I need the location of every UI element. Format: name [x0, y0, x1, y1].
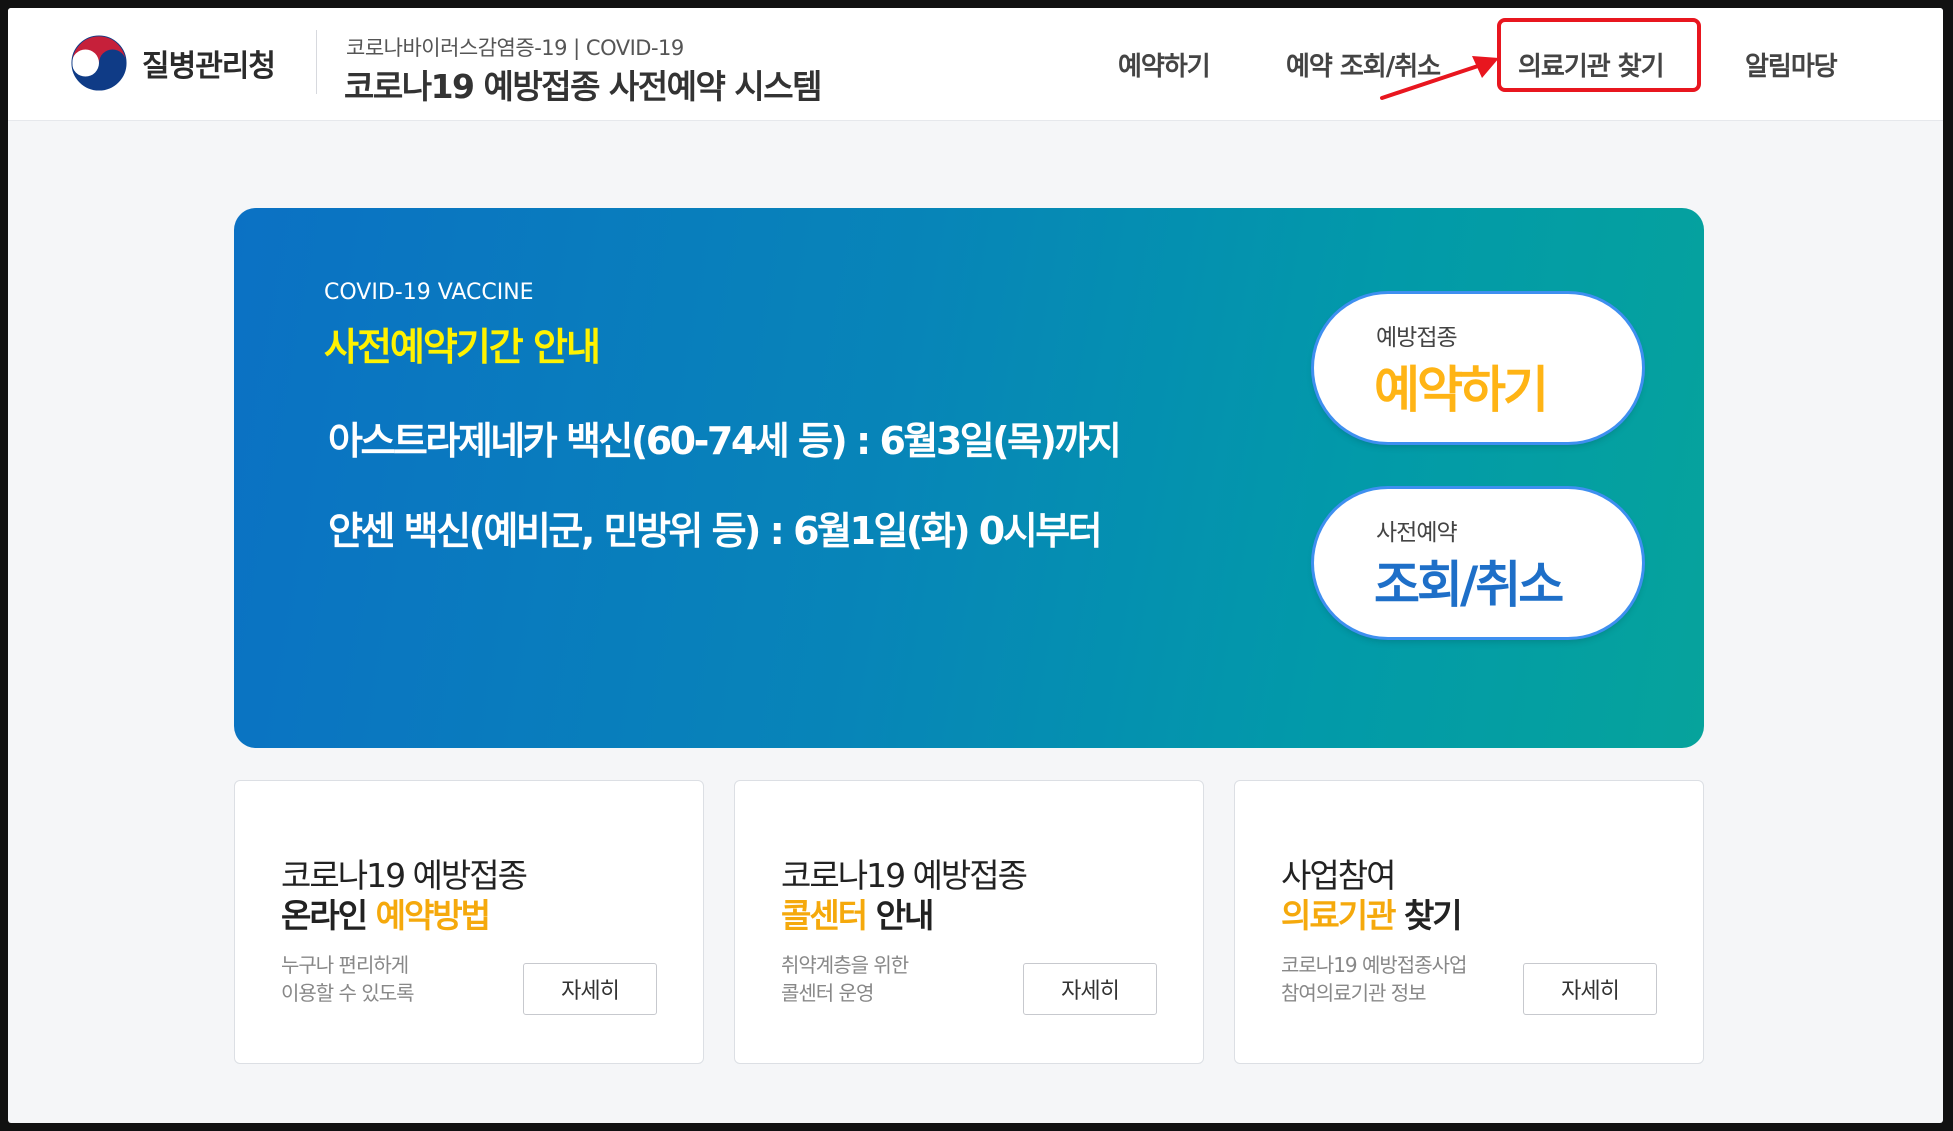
agency-logo[interactable]: 질병관리청 [70, 30, 276, 96]
card-title-accent: 의료기관 [1281, 896, 1396, 935]
card-desc-line2: 이용할 수 있도록 [281, 981, 415, 1005]
reserve-button[interactable]: 예방접종 예약하기 [1314, 294, 1642, 442]
browser-frame: 질병관리청 코로나바이러스감염증-19 | COVID-19 코로나19 예방접… [8, 8, 1943, 1123]
card-title-dark: 안내 [866, 896, 935, 935]
card-description: 누구나 편리하게 이용할 수 있도록 [281, 951, 415, 1007]
lookup-cancel-button[interactable]: 사전예약 조회/취소 [1314, 489, 1642, 637]
card-title-dark: 찾기 [1394, 896, 1463, 935]
nav-reserve[interactable]: 예약하기 [1118, 46, 1211, 83]
agency-name: 질병관리청 [142, 49, 276, 84]
banner-title: 사전예약기간 안내 [324, 325, 601, 369]
card-title-dark: 온라인 [281, 896, 376, 935]
banner-eyebrow: COVID-19 VACCINE [324, 280, 534, 305]
card-desc-line1: 누구나 편리하게 [281, 953, 409, 977]
card-title-line2: 콜센터 안내 [781, 889, 935, 937]
card-title-accent: 콜센터 [781, 896, 868, 935]
card-description: 취약계층을 위한 콜센터 운영 [781, 951, 909, 1007]
nav-highlight-box [1497, 18, 1701, 92]
card-desc-line1: 코로나19 예방접종사업 [1281, 953, 1467, 977]
card-detail-button[interactable]: 자세히 [1023, 963, 1157, 1015]
lookup-button-caption: 사전예약 [1376, 520, 1458, 546]
site-title[interactable]: 코로나19 예방접종 사전예약 시스템 [344, 60, 822, 108]
card-find-hospital: 사업참여 의료기관 찾기 코로나19 예방접종사업 참여의료기관 정보 자세히 [1234, 780, 1704, 1064]
reserve-button-label: 예약하기 [1374, 361, 1549, 419]
taegeuk-logo-icon [71, 35, 127, 91]
card-title-accent: 예약방법 [375, 896, 491, 935]
card-desc-line2: 콜센터 운영 [781, 981, 874, 1005]
card-title-line2: 의료기관 찾기 [1281, 889, 1463, 937]
reserve-button-caption: 예방접종 [1376, 325, 1458, 351]
banner-astrazeneca-line: 아스트라제네카 백신(60-74세 등) : 6월3일(목)까지 [328, 419, 1122, 463]
card-desc-line1: 취약계층을 위한 [781, 953, 909, 977]
site-subtitle: 코로나바이러스감염증-19 | COVID-19 [346, 36, 684, 60]
card-detail-button[interactable]: 자세히 [523, 963, 657, 1015]
card-online-reservation: 코로나19 예방접종 온라인 예약방법 누구나 편리하게 이용할 수 있도록 자… [234, 780, 704, 1064]
lookup-button-label: 조회/취소 [1374, 556, 1564, 614]
banner-janssen-line: 얀센 백신(예비군, 민방위 등) : 6월1일(화) 0시부터 [328, 509, 1103, 553]
card-detail-button[interactable]: 자세히 [1523, 963, 1657, 1015]
card-title-line2: 온라인 예약방법 [281, 889, 491, 937]
card-desc-line2: 참여의료기관 정보 [1281, 981, 1427, 1005]
header-divider [316, 30, 317, 94]
card-description: 코로나19 예방접종사업 참여의료기관 정보 [1281, 951, 1467, 1007]
hero-banner: COVID-19 VACCINE 사전예약기간 안내 아스트라제네카 백신(60… [234, 208, 1704, 748]
nav-notice-board[interactable]: 알림마당 [1745, 46, 1838, 83]
card-call-center: 코로나19 예방접종 콜센터 안내 취약계층을 위한 콜센터 운영 자세히 [734, 780, 1204, 1064]
site-header: 질병관리청 코로나바이러스감염증-19 | COVID-19 코로나19 예방접… [8, 8, 1943, 121]
red-arrow-icon [1380, 56, 1499, 100]
